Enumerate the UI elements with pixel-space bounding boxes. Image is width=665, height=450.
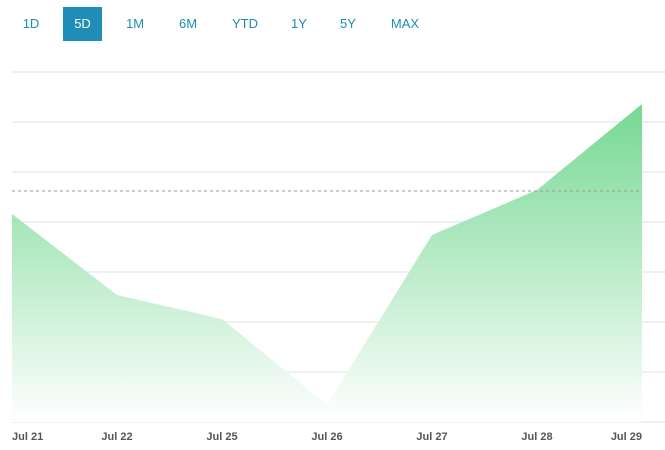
price-area-chart: Jul 21 Jul 22 Jul 25 Jul 26 Jul 27 Jul 28 Jul … [12, 71, 665, 443]
x-tick-label: Jul 26 [311, 431, 342, 443]
x-axis-ticks: Jul 21 Jul 22 Jul 25 Jul 26 Jul 27 Jul 28 Jul … [12, 431, 642, 443]
series-area [12, 104, 642, 422]
x-tick-label: Jul 21 [12, 431, 43, 443]
x-tick-label: Jul 25 [206, 431, 237, 443]
x-tick-label: Jul 29 [611, 431, 642, 443]
x-tick-label: Jul 27 [416, 431, 447, 443]
x-tick-label: Jul 22 [101, 431, 132, 443]
x-tick-label: Jul 28 [521, 431, 552, 443]
